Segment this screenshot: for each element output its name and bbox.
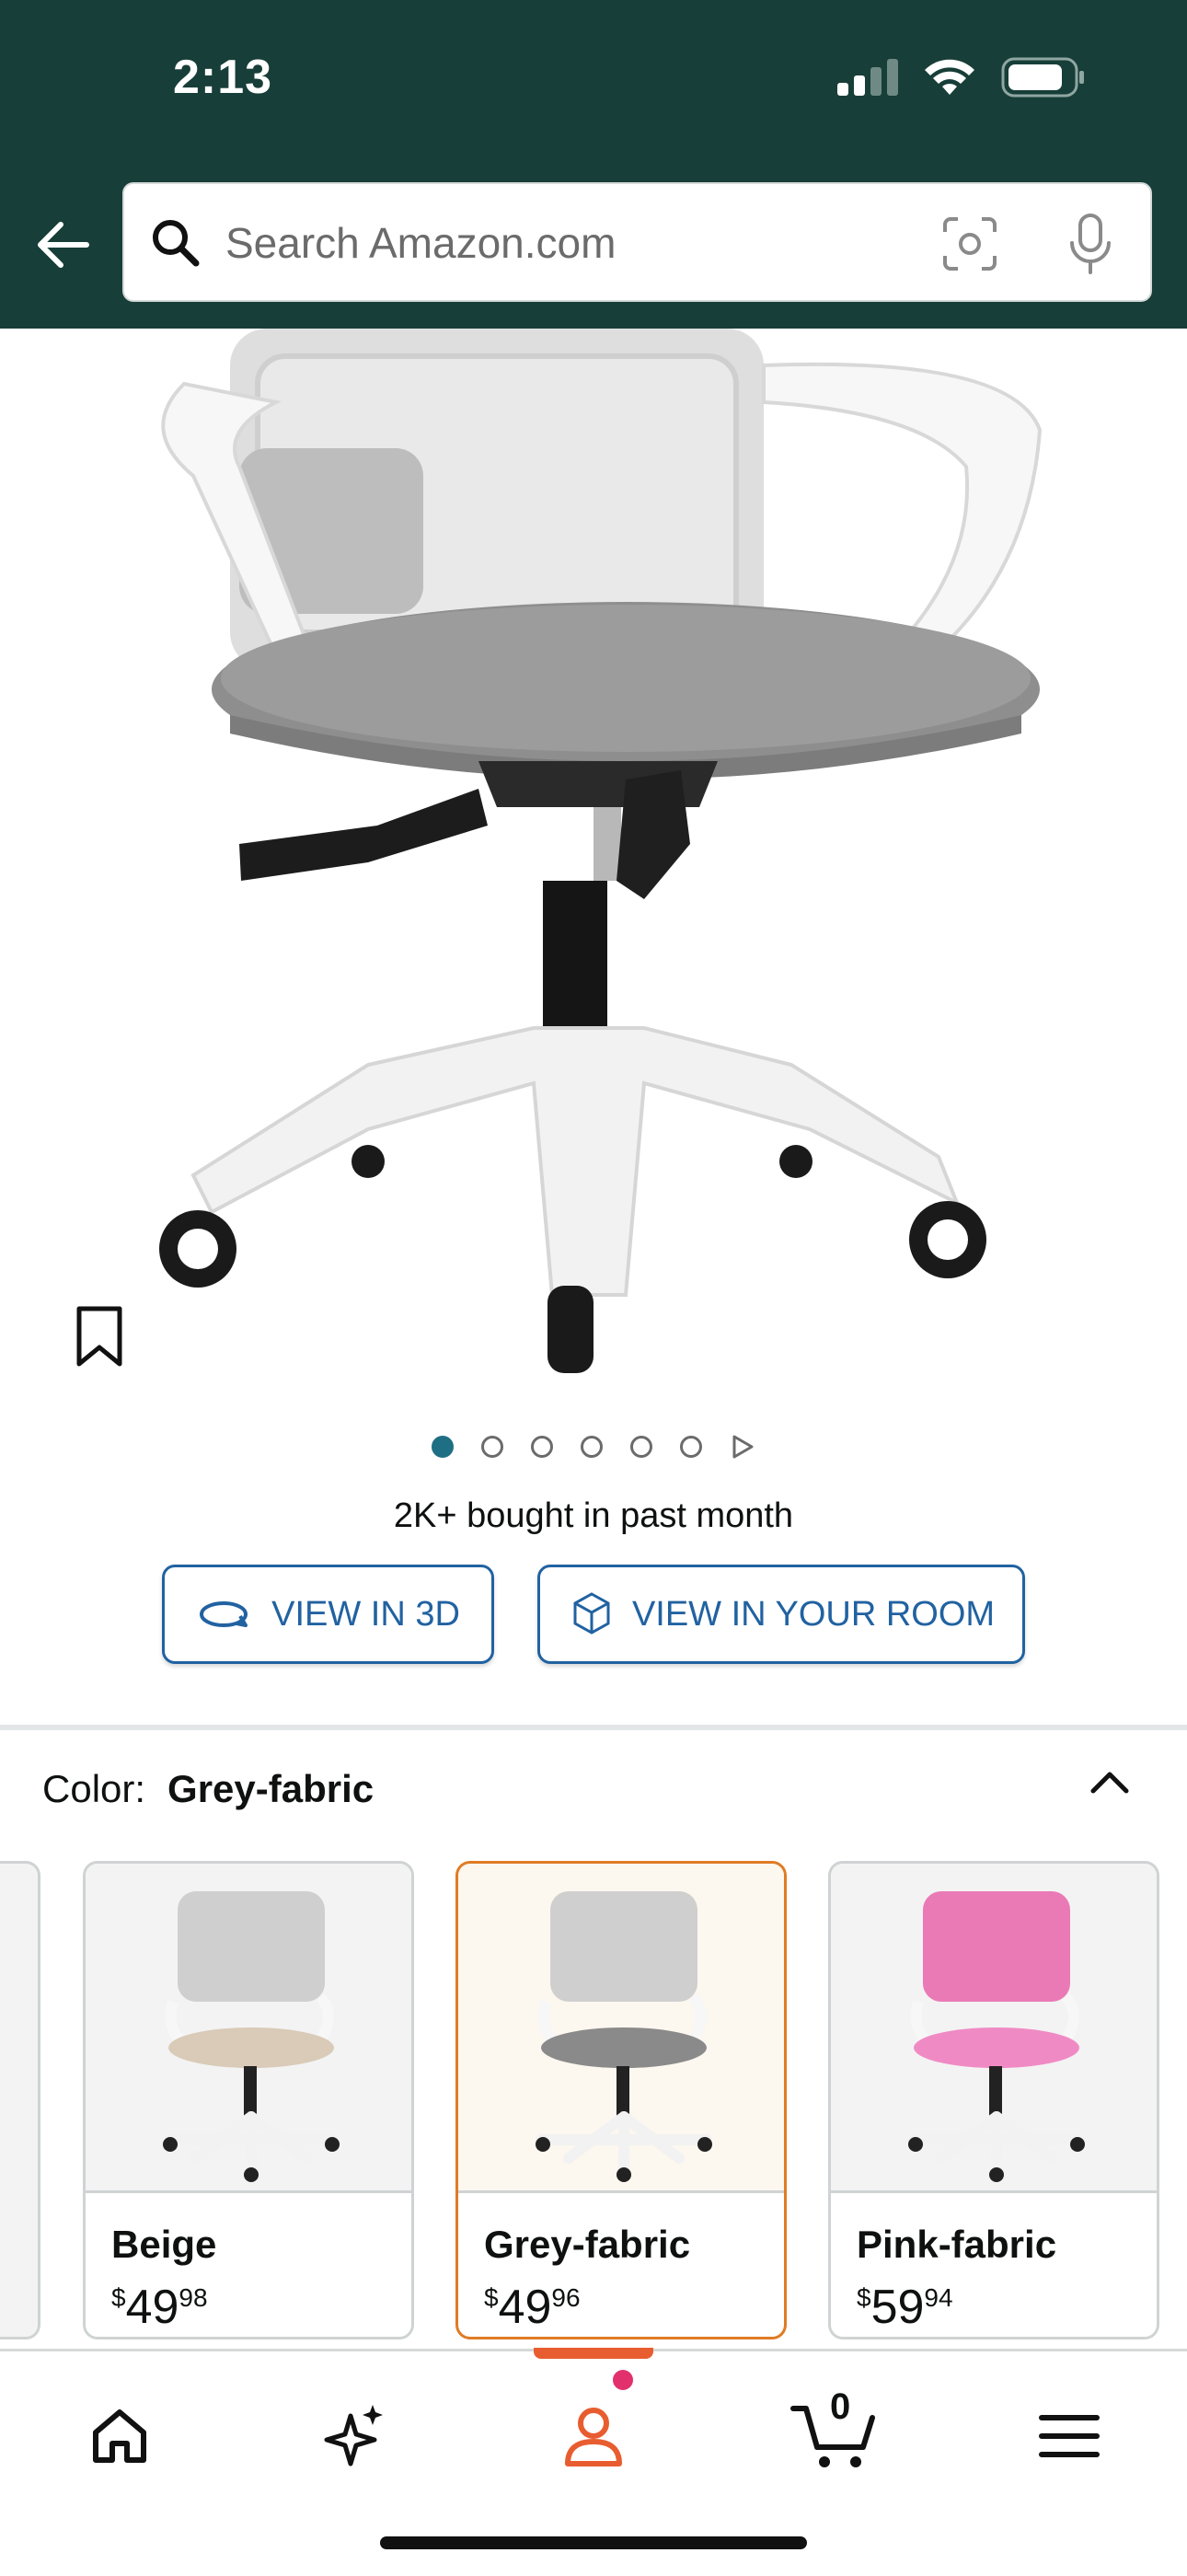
swatch-name: Grey-fabric <box>484 2223 691 2266</box>
view-in-your-room-button[interactable]: VIEW IN YOUR ROOM <box>537 1565 1025 1664</box>
chair-thumbnail <box>908 1891 1085 2182</box>
color-swatch-beige[interactable]: Beige $4998 <box>83 1861 414 2339</box>
status-icons <box>837 57 1086 98</box>
carousel-dot[interactable] <box>630 1436 652 1458</box>
ar-cube-icon <box>573 1592 610 1635</box>
swatch-price: $4998 <box>111 2281 208 2334</box>
camera-lens-icon[interactable] <box>939 214 1000 274</box>
search-icon <box>153 220 200 267</box>
carousel-dot[interactable] <box>531 1436 553 1458</box>
account-icon[interactable] <box>557 2399 630 2473</box>
image-carousel-dots <box>0 1434 1187 1460</box>
swatch-thumbnail <box>86 1864 411 2193</box>
search-bar[interactable] <box>122 182 1152 302</box>
color-label: Color: <box>42 1767 146 1810</box>
swatch-name: Beige <box>111 2223 217 2266</box>
home-icon[interactable] <box>83 2399 156 2473</box>
carousel-dot[interactable] <box>680 1436 702 1458</box>
active-tab-indicator <box>534 2348 653 2359</box>
cart-count: 0 <box>830 2386 851 2427</box>
sparkle-icon[interactable] <box>317 2399 391 2473</box>
rotate-3d-icon <box>200 1601 248 1627</box>
view-in-your-room-label: VIEW IN YOUR ROOM <box>631 1594 996 1634</box>
chevron-up-icon[interactable] <box>1086 1763 1134 1800</box>
battery-icon <box>1001 57 1084 98</box>
swatch-thumbnail <box>458 1864 784 2193</box>
swatch-price: $4996 <box>484 2281 581 2334</box>
signal-icon <box>837 59 898 96</box>
color-swatch-pink-fabric[interactable]: Pink-fabric $5994 <box>828 1861 1159 2339</box>
swatch-name: Pink-fabric <box>857 2223 1057 2266</box>
section-divider <box>0 1725 1187 1730</box>
view-in-3d-label: VIEW IN 3D <box>271 1594 460 1634</box>
color-selector-header[interactable]: Color: Grey-fabric <box>42 1767 374 1811</box>
carousel-dot[interactable] <box>481 1436 503 1458</box>
bought-count-text: 2K+ bought in past month <box>393 1496 794 1535</box>
back-arrow-icon[interactable] <box>29 212 96 278</box>
carousel-dot[interactable] <box>581 1436 603 1458</box>
notification-dot <box>613 2370 633 2390</box>
selected-color-value: Grey-fabric <box>167 1767 375 1810</box>
status-time: 2:13 <box>173 51 273 104</box>
swatch-price: $5994 <box>857 2281 953 2334</box>
view-in-3d-button[interactable]: VIEW IN 3D <box>162 1565 494 1664</box>
video-play-icon[interactable] <box>730 1434 755 1460</box>
menu-icon[interactable] <box>1032 2399 1106 2473</box>
color-swatch-grey-fabric[interactable]: Grey-fabric $4996 <box>455 1861 787 2339</box>
top-header: 2:13 <box>0 0 1187 329</box>
wifi-icon <box>925 59 974 95</box>
carousel-dot[interactable] <box>432 1436 454 1458</box>
cart-button[interactable]: 0 <box>789 2383 878 2475</box>
chair-thumbnail <box>163 1891 340 2182</box>
bookmark-icon[interactable] <box>74 1305 125 1369</box>
swatch-thumbnail <box>831 1864 1157 2193</box>
home-indicator[interactable] <box>380 2536 807 2549</box>
product-image[interactable] <box>0 329 1187 1387</box>
search-input[interactable] <box>225 208 980 278</box>
chair-thumbnail <box>536 1891 712 2182</box>
microphone-icon[interactable] <box>1061 212 1120 276</box>
color-swatch-partial[interactable] <box>0 1861 40 2339</box>
